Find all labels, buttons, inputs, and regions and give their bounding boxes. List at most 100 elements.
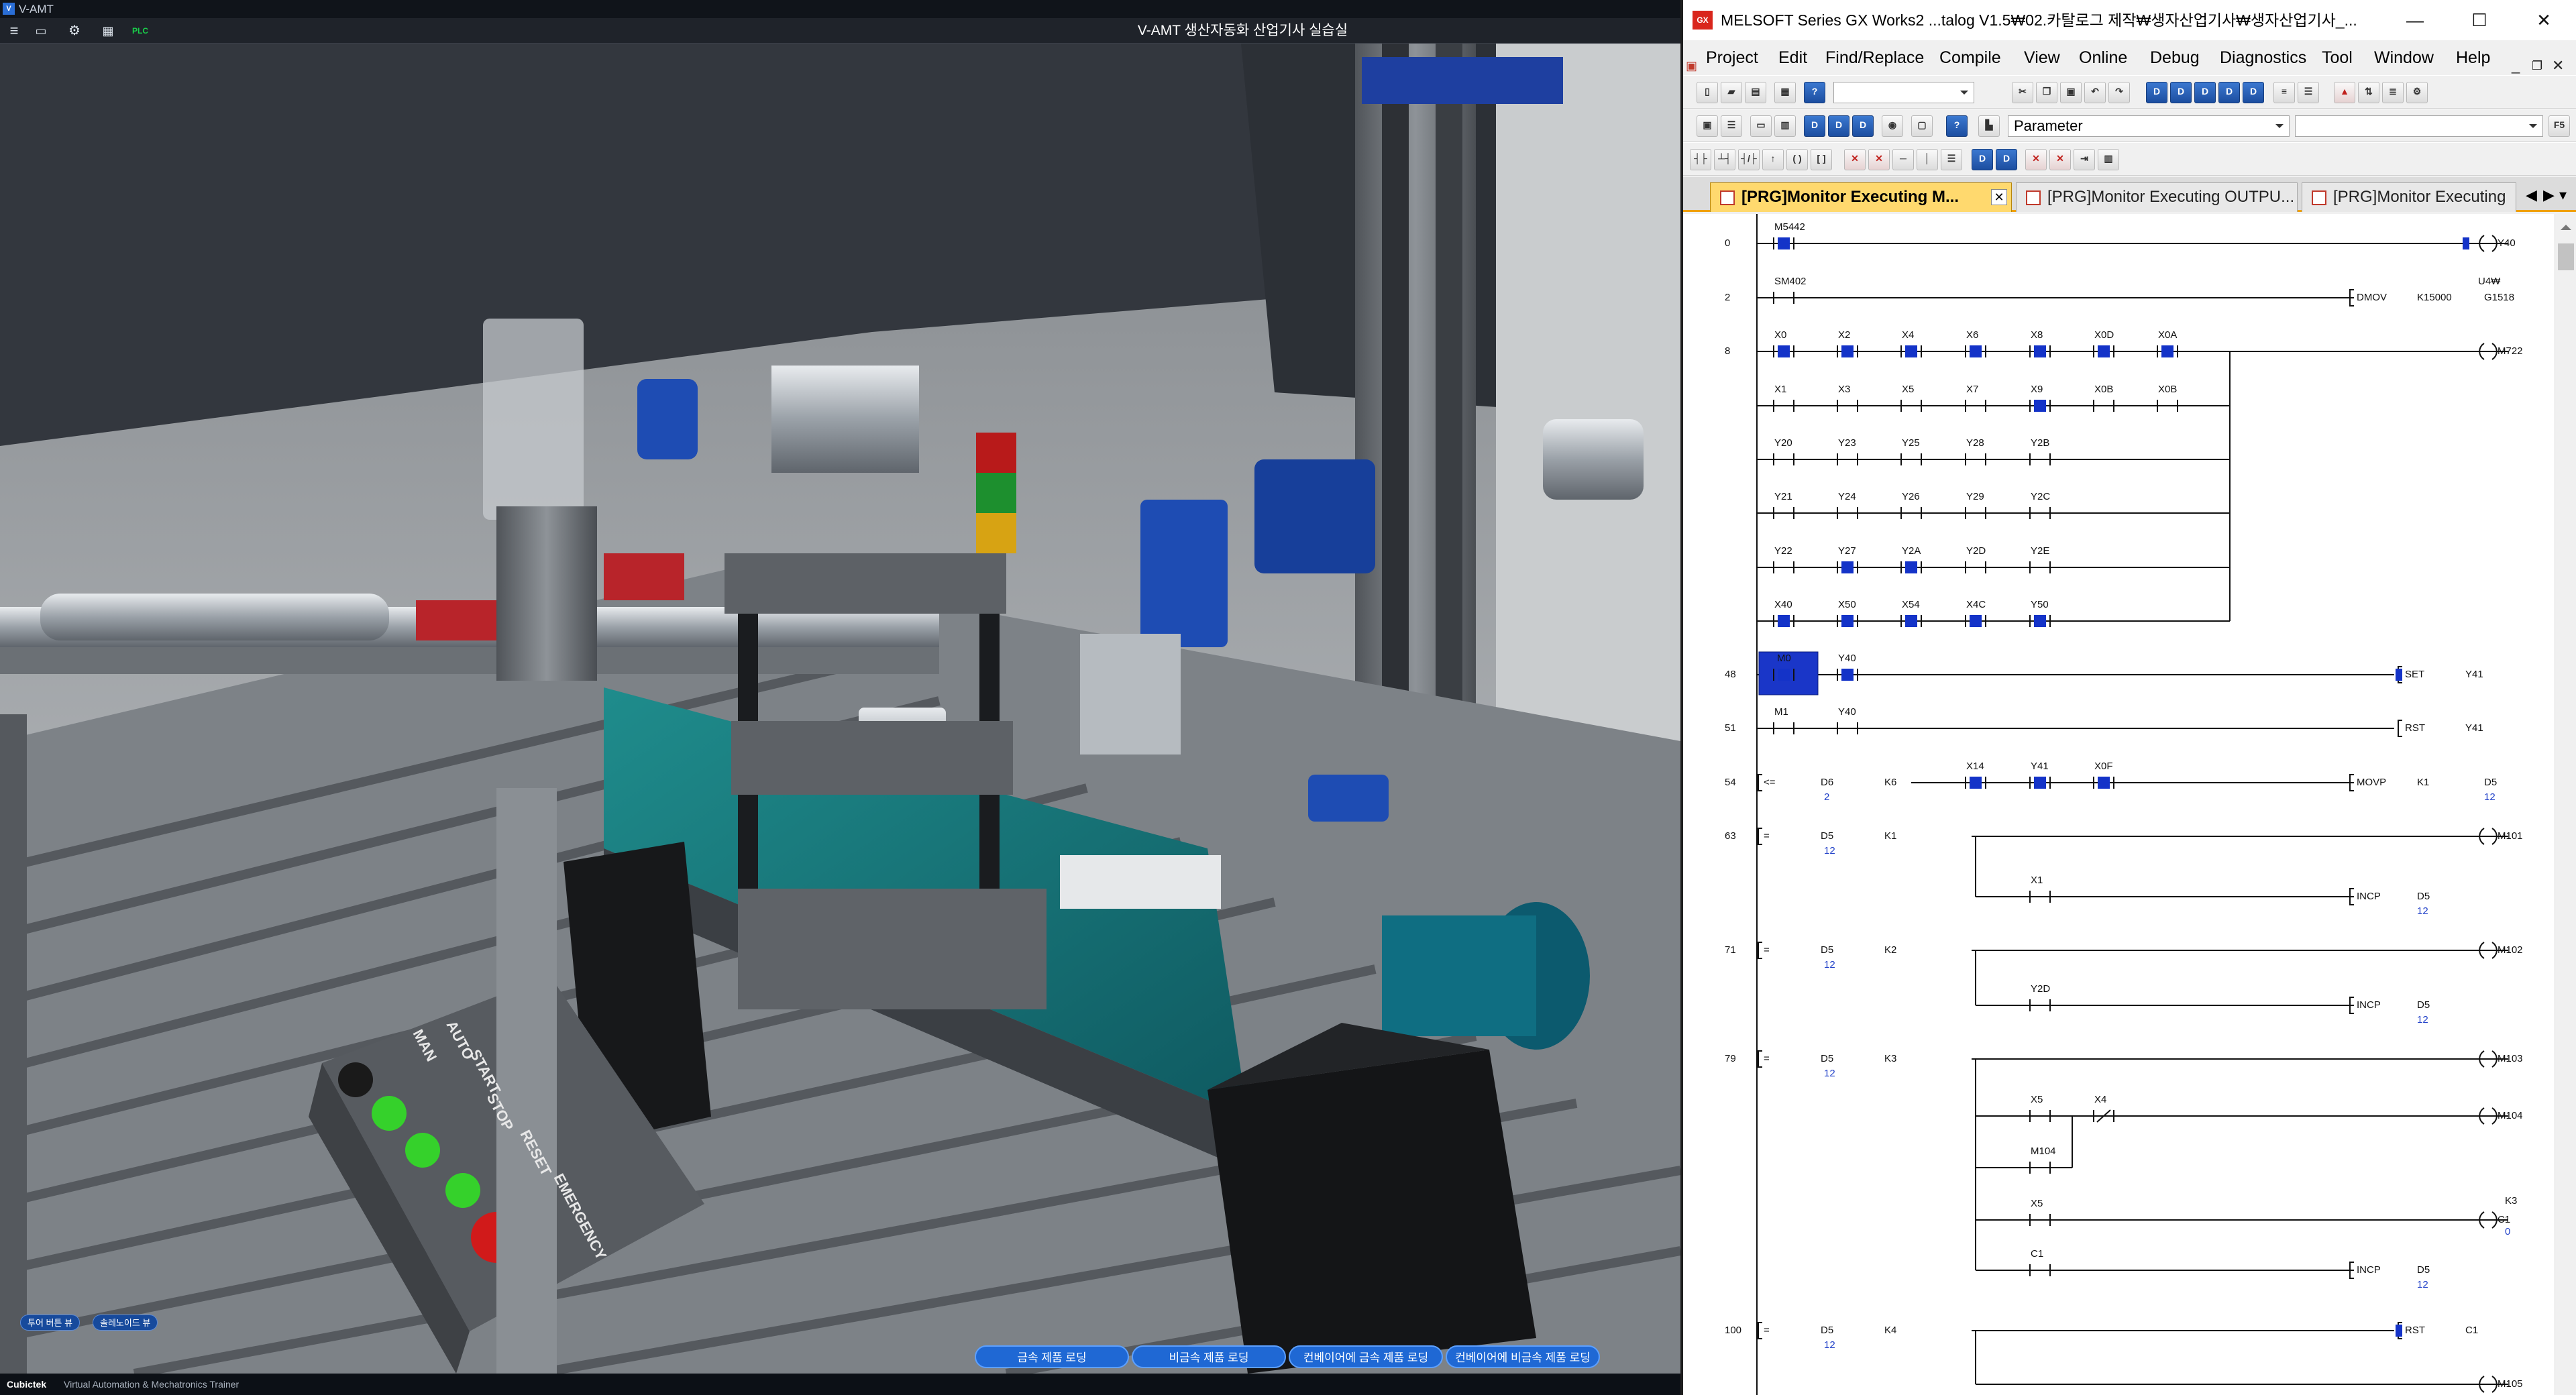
question-icon[interactable]: ? xyxy=(1946,115,1968,137)
copy-icon[interactable]: ❐ xyxy=(2036,82,2057,103)
cut-icon[interactable]: ✂ xyxy=(2012,82,2033,103)
chart-icon[interactable]: ≣ xyxy=(2382,82,2404,103)
menu-compile[interactable]: Compile xyxy=(1939,40,2001,75)
coil-energized xyxy=(2463,237,2469,249)
device-combo[interactable] xyxy=(1833,82,1974,103)
minimize-button[interactable]: — xyxy=(2383,0,2447,40)
contact-energized xyxy=(1841,345,1854,357)
coil-icon[interactable]: ( ) xyxy=(1786,149,1808,170)
contact-label: Y2D xyxy=(2031,983,2050,995)
undo-icon[interactable]: ↶ xyxy=(2084,82,2106,103)
plc-diagnostics-icon[interactable]: ▙ xyxy=(1978,115,2000,137)
ladder-mode-icon[interactable]: ▥ xyxy=(2098,149,2119,170)
properties-icon[interactable]: ⚙ xyxy=(2406,82,2428,103)
tab-list-icon[interactable]: ▾ xyxy=(2559,186,2567,204)
new-file-icon[interactable]: ▯ xyxy=(1697,82,1718,103)
element-list-icon[interactable]: ☰ xyxy=(1721,115,1742,137)
coil-label: M105 xyxy=(2498,1378,2523,1390)
device-reference-icon[interactable]: D xyxy=(2243,82,2264,103)
counter-setpoint: K3 xyxy=(2505,1195,2517,1207)
load-nonmetal-on-conveyor-button[interactable]: 컨베이어에 비금속 제품 로딩 xyxy=(1446,1345,1600,1368)
contact-parallel-icon[interactable]: ┴┤ xyxy=(1714,149,1735,170)
device-edit-icon[interactable]: D xyxy=(1996,149,2017,170)
contact-energized xyxy=(1841,615,1854,627)
load-nonmetal-product-button[interactable]: 비금속 제품 로딩 xyxy=(1132,1345,1286,1368)
device-monitor-icon[interactable]: D xyxy=(1804,115,1825,137)
tab-monitor-main[interactable]: [PRG]Monitor Executing M... ✕ xyxy=(1710,182,2012,212)
load-metal-product-button[interactable]: 금속 제품 로딩 xyxy=(975,1345,1129,1368)
rising-edge-icon[interactable]: ↑ xyxy=(1762,149,1784,170)
menu-online[interactable]: Online xyxy=(2079,40,2127,75)
sort-icon[interactable]: ⇅ xyxy=(2358,82,2379,103)
menu-debug[interactable]: Debug xyxy=(2150,40,2200,75)
contact-label: X7 xyxy=(1966,384,1978,395)
instruction-icon[interactable]: [ ] xyxy=(1811,149,1832,170)
open-folder-icon[interactable]: ▰ xyxy=(1721,82,1742,103)
device-batch-icon[interactable]: D xyxy=(2170,82,2192,103)
vertical-scrollbar[interactable] xyxy=(2555,214,2576,1395)
menu-tool[interactable]: Tool xyxy=(2322,40,2353,75)
tab-scroll-left-icon[interactable]: ◀ xyxy=(2526,186,2537,204)
print-icon[interactable]: ▦ xyxy=(1774,82,1796,103)
contact-label: X8 xyxy=(2031,329,2043,341)
vertical-line-icon[interactable]: │ xyxy=(1917,149,1938,170)
menu-view[interactable]: View xyxy=(2024,40,2060,75)
simulation-scene[interactable]: MAN AUTO START STOP RESET EMERGENCY xyxy=(0,44,1680,1374)
device-list-icon[interactable]: D xyxy=(2146,82,2167,103)
comment-icon[interactable]: ≡ xyxy=(2273,82,2295,103)
delete-vertical-icon[interactable]: ✕ xyxy=(1868,149,1890,170)
scroll-up-icon[interactable] xyxy=(2561,219,2571,230)
output-window-icon[interactable]: ▭ xyxy=(1750,115,1772,137)
horizontal-line-icon[interactable]: ─ xyxy=(1892,149,1914,170)
program-combo[interactable] xyxy=(2295,115,2543,137)
rung-icon[interactable]: ☰ xyxy=(1941,149,1962,170)
device-insert-icon[interactable]: D xyxy=(1972,149,1993,170)
gx-window-title: MELSOFT Series GX Works2 ...talog V1.5₩0… xyxy=(1721,11,2357,29)
tab-monitor-output[interactable]: [PRG]Monitor Executing OUTPU... xyxy=(2016,182,2298,212)
graph-icon[interactable]: ▲ xyxy=(2334,82,2355,103)
menu-help[interactable]: Help xyxy=(2456,40,2490,75)
operation-result-icon[interactable]: ✕ xyxy=(2049,149,2071,170)
contact-label: M5442 xyxy=(1774,221,1805,233)
device-replace-icon[interactable]: D xyxy=(2218,82,2240,103)
cross-reference-icon[interactable]: ▥ xyxy=(1774,115,1796,137)
paste-icon[interactable]: ▣ xyxy=(2060,82,2082,103)
menu-edit[interactable]: Edit xyxy=(1778,40,1807,75)
parameter-combo[interactable]: Parameter xyxy=(2008,115,2290,137)
statement-icon[interactable]: ☰ xyxy=(2298,82,2319,103)
contact-label: Y2C xyxy=(2031,491,2050,502)
maximize-button[interactable]: ☐ xyxy=(2447,0,2512,40)
online-icon[interactable]: ▢ xyxy=(1911,115,1933,137)
tour-button-view[interactable]: 투어 버튼 뷰 xyxy=(20,1315,80,1331)
tab-monitor-third[interactable]: [PRG]Monitor Executing xyxy=(2302,182,2516,212)
close-tab-icon[interactable]: ✕ xyxy=(1991,189,2007,205)
invert-icon[interactable]: ✕ xyxy=(2025,149,2047,170)
delete-line-icon[interactable]: ✕ xyxy=(1844,149,1866,170)
device-test-icon[interactable]: D xyxy=(1828,115,1849,137)
convert-icon[interactable]: ⇥ xyxy=(2074,149,2095,170)
cmp-a-val: 12 xyxy=(1824,959,1835,970)
device-search-icon[interactable]: D xyxy=(2194,82,2216,103)
menu-project[interactable]: Project xyxy=(1706,40,1758,75)
contact-nc-icon[interactable]: ┤/├ xyxy=(1738,149,1760,170)
watch-icon[interactable]: ◉ xyxy=(1882,115,1903,137)
instr-operand: D5 xyxy=(2417,1264,2430,1276)
solenoid-view-button[interactable]: 솔레노이드 뷰 xyxy=(93,1315,158,1331)
redo-icon[interactable]: ↷ xyxy=(2108,82,2130,103)
load-metal-on-conveyor-button[interactable]: 컨베이어에 금속 제품 로딩 xyxy=(1289,1345,1443,1368)
close-button[interactable]: ✕ xyxy=(2512,0,2576,40)
device-memory-icon[interactable]: D xyxy=(1852,115,1874,137)
help-icon[interactable]: ? xyxy=(1804,82,1825,103)
navigation-icon[interactable]: ▣ xyxy=(1697,115,1718,137)
tab-scroll-right-icon[interactable]: ▶ xyxy=(2543,186,2555,204)
menu-window[interactable]: Window xyxy=(2374,40,2434,75)
cmp-b: K4 xyxy=(1884,1325,1896,1336)
f5-key-icon[interactable]: F5 xyxy=(2548,115,2570,137)
save-icon[interactable]: ▤ xyxy=(1745,82,1766,103)
scrollbar-thumb[interactable] xyxy=(2558,243,2574,270)
vamt-footer: Cubictek Virtual Automation & Mechatroni… xyxy=(0,1374,1680,1395)
menu-diagnostics[interactable]: Diagnostics xyxy=(2220,40,2306,75)
ladder-editor[interactable]: 0 M5442 Y40 2 SM402 DMOV K15000 G1518 U4₩ 8 X0 X2 X4… xyxy=(1683,214,2576,1395)
contact-no-icon[interactable]: ┤├ xyxy=(1690,149,1711,170)
menu-find-replace[interactable]: Find/Replace xyxy=(1825,40,1924,75)
